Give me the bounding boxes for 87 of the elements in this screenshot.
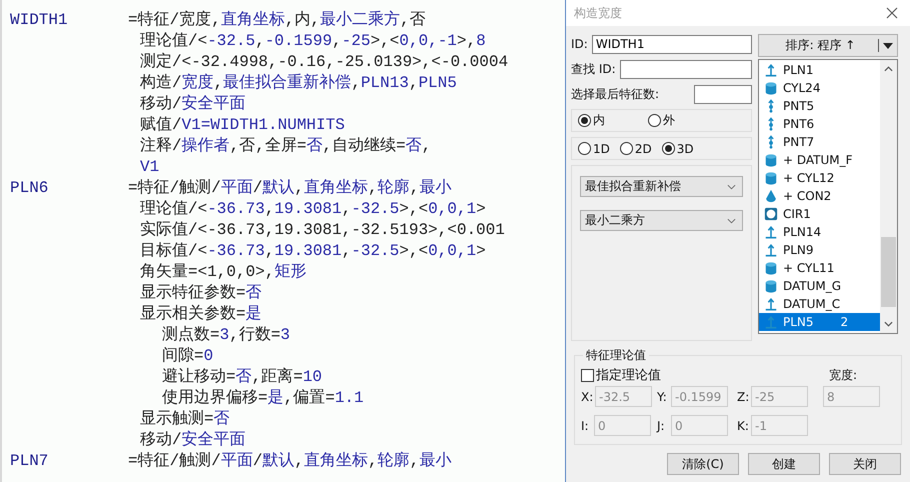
cylinder-icon bbox=[764, 261, 778, 275]
scrollbar[interactable] bbox=[880, 60, 897, 333]
code-line: 显示相关参数=是 bbox=[140, 304, 263, 325]
feature-item[interactable]: PNT7 bbox=[759, 133, 880, 151]
feature-item[interactable]: PNT6 bbox=[759, 115, 880, 133]
code-line: 移动/安全平面 bbox=[140, 430, 247, 451]
find-id-field[interactable] bbox=[620, 60, 752, 78]
dropdown[interactable]: 最小二乘方 bbox=[580, 210, 743, 231]
code-line: =特征/宽度,直角坐标,内,最小二乘方,否 bbox=[128, 10, 426, 31]
code-line: 实际值/<-36.73,19.3081,-32.5193>,<0.001 bbox=[140, 220, 506, 241]
plane-icon bbox=[764, 297, 778, 311]
feature-item[interactable]: DATUM_C bbox=[759, 295, 880, 313]
dialog-button[interactable]: 清除(C) bbox=[667, 453, 739, 475]
chevron-down-icon bbox=[727, 184, 736, 190]
last-features-field[interactable] bbox=[694, 84, 752, 104]
close-icon[interactable] bbox=[886, 7, 898, 19]
feature-id: WIDTH1 bbox=[10, 10, 69, 31]
plane-icon bbox=[764, 225, 778, 239]
cylinder-icon bbox=[764, 81, 778, 95]
id-field[interactable]: WIDTH1 bbox=[592, 34, 752, 54]
checkbox[interactable]: 指定理论值 bbox=[581, 366, 661, 384]
code-line: =特征/触测/平面/默认,直角坐标,轮廓,最小 bbox=[128, 178, 452, 199]
feature-item[interactable]: CIR1 bbox=[759, 205, 880, 223]
plane-icon bbox=[764, 243, 778, 257]
axis-label: Z: bbox=[737, 390, 749, 404]
code-line: 避让移动=否,距离=10 bbox=[162, 367, 324, 388]
dropdown[interactable]: 最佳拟合重新补偿 bbox=[580, 176, 743, 197]
code-line: 目标值/<-36.73,19.3081,-32.5>,<0,0,1> bbox=[140, 241, 487, 262]
axis-label: K: bbox=[737, 418, 749, 432]
code-line: 理论值/<-36.73,19.3081,-32.5>,<0,0,1> bbox=[140, 199, 487, 220]
cylinder-icon bbox=[764, 279, 778, 293]
code-line: 理论值/<-32.5,-0.1599,-25>,<0,0,-1>,8 bbox=[140, 31, 487, 52]
triangle-down-icon bbox=[883, 42, 893, 48]
code-line: 注释/操作者,否,全屏=否,自动继续=否, bbox=[140, 136, 432, 157]
radio-button[interactable]: 3D bbox=[662, 142, 694, 156]
axis-label: Y: bbox=[657, 390, 668, 404]
feature-item[interactable]: PLN9 bbox=[759, 241, 880, 259]
radio-button[interactable]: 内 bbox=[578, 112, 638, 129]
id-label: ID: bbox=[571, 37, 588, 51]
group-title: 特征理论值 bbox=[583, 347, 649, 364]
feature-item[interactable]: DATUM_G bbox=[759, 277, 880, 295]
chevron-down-icon[interactable] bbox=[884, 321, 893, 327]
radio-button[interactable]: 1D bbox=[578, 142, 610, 156]
axis-label: J: bbox=[657, 418, 666, 432]
code-line: 移动/安全平面 bbox=[140, 94, 247, 115]
code-line: =特征/触测/平面/默认,直角坐标,轮廓,最小 bbox=[128, 451, 452, 472]
axis-label: I: bbox=[581, 418, 590, 432]
feature-item[interactable]: + DATUM_F bbox=[759, 151, 880, 169]
feature-item[interactable]: PNT5 bbox=[759, 97, 880, 115]
axis-label: X: bbox=[581, 390, 593, 404]
plane-icon bbox=[764, 315, 778, 329]
radio-button[interactable]: 2D bbox=[620, 142, 652, 156]
code-line: 间隙=0 bbox=[162, 346, 214, 367]
feature-item[interactable]: CYL24 bbox=[759, 79, 880, 97]
feature-item[interactable]: PLN14 bbox=[759, 223, 880, 241]
code-line: 显示触测=否 bbox=[140, 409, 231, 430]
cylinder-icon bbox=[764, 171, 778, 185]
plane-icon bbox=[764, 63, 778, 77]
feature-item[interactable]: PLN5 2 bbox=[759, 313, 880, 331]
feature-item[interactable]: + CON2 bbox=[759, 187, 880, 205]
cone-icon bbox=[764, 189, 778, 203]
feature-item[interactable]: + CYL12 bbox=[759, 169, 880, 187]
scrollbar-thumb[interactable] bbox=[881, 237, 896, 307]
code-line: 使用边界偏移=是,偏置=1.1 bbox=[162, 388, 365, 409]
feature-id: PLN7 bbox=[10, 451, 50, 472]
chevron-up-icon[interactable] bbox=[884, 66, 893, 72]
code-line: 测点数=3,行数=3 bbox=[162, 325, 292, 346]
cylinder-icon bbox=[764, 153, 778, 167]
feature-id: PLN6 bbox=[10, 178, 50, 199]
chevron-down-icon bbox=[727, 218, 736, 224]
feature-item[interactable]: + CYL11 bbox=[759, 259, 880, 277]
dialog-button[interactable]: 关闭 bbox=[829, 453, 901, 475]
code-line: 构造/宽度,最佳拟合重新补偿,PLN13,PLN5 bbox=[140, 73, 458, 94]
find-id-label: 查找 ID: bbox=[571, 60, 616, 78]
code-line: V1 bbox=[140, 157, 160, 178]
code-line: 角矢量=<1,0,0>,矩形 bbox=[140, 262, 308, 283]
dialog-title: 构造宽度 bbox=[574, 4, 622, 22]
code-line: 赋值/V1=WIDTH1.NUMHITS bbox=[140, 115, 346, 136]
code-line: 显示特征参数=否 bbox=[140, 283, 263, 304]
dialog-button[interactable]: 创建 bbox=[748, 453, 820, 475]
code-line: 测定/<-32.4998,-0.16,-25.0139>,<-0.0004 bbox=[140, 52, 510, 73]
radio-button[interactable]: 外 bbox=[648, 112, 708, 129]
circle-icon bbox=[764, 207, 778, 221]
last-features-label: 选择最后特征数: bbox=[571, 86, 660, 102]
width-label: 宽度: bbox=[828, 367, 857, 384]
feature-item[interactable]: PLN1 bbox=[759, 61, 880, 79]
sort-button[interactable]: 排序: 程序 ↑ bbox=[758, 34, 898, 57]
